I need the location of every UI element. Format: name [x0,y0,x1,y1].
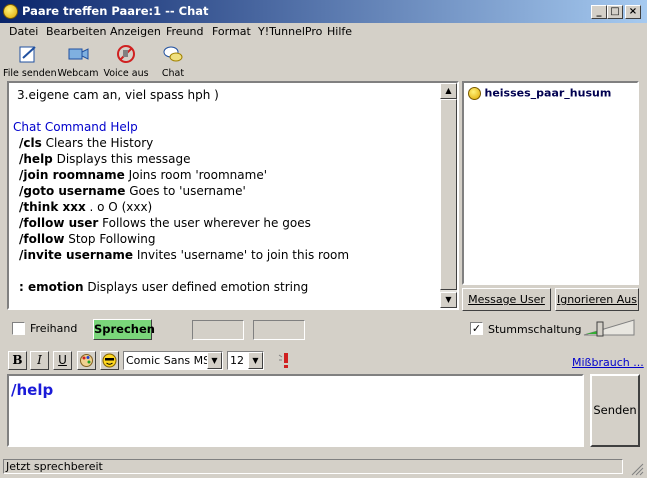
menu-datei[interactable]: Datei [9,25,38,38]
chat-line: /cls Clears the History [19,136,154,150]
close-button[interactable]: × [625,5,641,19]
scroll-down-icon[interactable]: ▼ [440,292,457,308]
message-input[interactable]: /help [7,374,584,447]
webcam-label: Webcam [57,68,99,79]
chat-line: 3.eigene cam an, viel spass hph ) [17,88,219,102]
sunglasses-smiley-icon [102,353,117,368]
chat-line: /follow Stop Following [19,232,156,246]
user-list-item[interactable]: heisses_paar_husum [468,86,611,100]
menu-format[interactable]: Format [212,25,251,38]
scroll-thumb[interactable] [440,99,457,290]
webcam-icon [68,48,89,60]
volume-slider[interactable] [582,317,636,339]
smiley-icon [468,86,481,100]
chat-line: /invite username Invites 'username' to j… [19,248,350,262]
chat-line-blank [13,263,438,279]
message-input-text: /help [11,381,54,399]
chevron-down-icon[interactable]: ▼ [248,352,263,369]
webcam-button[interactable]: Webcam [53,44,103,79]
abuse-link[interactable]: Mißbrauch ... [572,356,644,369]
message-user-button[interactable]: Message User [462,288,551,311]
chat-button[interactable]: Chat [148,44,198,79]
scroll-up-icon[interactable]: ▲ [440,83,457,99]
buzz-button[interactable] [277,351,294,370]
freihand-checkbox[interactable] [12,322,25,335]
chat-label: Chat [161,68,185,79]
underline-button[interactable]: U [53,351,72,370]
chat-help-heading: Chat Command Help [13,120,138,134]
italic-button[interactable]: I [30,351,49,370]
maximize-button[interactable]: □ [607,5,623,19]
volume-meter-right [253,320,305,340]
chat-lines: 3.eigene cam an, viel spass hph ) Chat C… [13,83,438,295]
window-title: Paare treffen Paare:1 -- Chat [22,4,209,18]
size-select[interactable]: 12 ▼ [227,351,264,370]
buzz-icon [278,353,288,368]
chat-line: /help Displays this message [19,152,191,166]
user-list: heisses_paar_husum [462,81,639,285]
bold-button[interactable]: B [8,351,27,370]
voice-off-label: Voice aus [103,68,149,79]
status-text: Jetzt sprechbereit [3,459,623,474]
mute-checkbox[interactable]: ✓ [470,322,483,335]
chevron-down-icon[interactable]: ▼ [207,352,222,369]
chat-line: /think xxx . o O (xxx) [19,200,153,214]
voice-off-button[interactable]: Voice aus [101,44,151,79]
chat-line-blank [13,103,438,119]
menu-freund[interactable]: Freund [166,25,204,38]
emoticon-button[interactable] [100,351,119,370]
voice-off-icon [117,45,135,63]
user-name: heisses_paar_husum [484,86,612,100]
chat-line: /join roomname Joins room 'roomname' [19,168,268,182]
toolbar: File senden Webcam Voice aus Chat [0,42,647,80]
send-button[interactable]: Senden [590,374,640,447]
volume-slider-thumb[interactable] [596,321,604,337]
ignore-button[interactable]: Ignorieren Aus [555,288,639,311]
volume-meter-left [192,320,244,340]
app-smiley-icon [3,4,18,19]
font-select[interactable]: Comic Sans MS ▼ [123,351,223,370]
chat-line: : emotion Displays user defined emotion … [19,280,309,294]
sprechen-button[interactable]: Sprechen [93,319,155,340]
file-send-icon [19,46,36,63]
freihand-label: Freihand [30,322,78,335]
chat-history[interactable]: 3.eigene cam an, viel spass hph ) Chat C… [7,81,459,310]
menu-ytunnelpro[interactable]: Y!TunnelPro [258,25,322,38]
color-palette-button[interactable] [77,351,96,370]
menu-anzeigen[interactable]: Anzeigen [110,25,161,38]
menu-bar: Datei Bearbeiten Anzeigen Freund Format … [0,23,647,41]
file-send-button[interactable]: File senden [3,44,57,79]
file-send-label: File senden [3,68,57,79]
resize-grip-icon[interactable] [630,462,644,476]
chat-scrollbar[interactable]: ▲ ▼ [440,83,457,308]
mute-label: Stummschaltung [488,323,582,336]
chat-line: /follow user Follows the user wherever h… [19,216,311,230]
chat-line: /goto username Goes to 'username' [19,184,246,198]
menu-bearbeiten[interactable]: Bearbeiten [46,25,106,38]
menu-hilfe[interactable]: Hilfe [327,25,352,38]
minimize-button[interactable]: _ [591,5,607,19]
palette-icon [80,354,93,367]
chat-icon [163,46,183,62]
